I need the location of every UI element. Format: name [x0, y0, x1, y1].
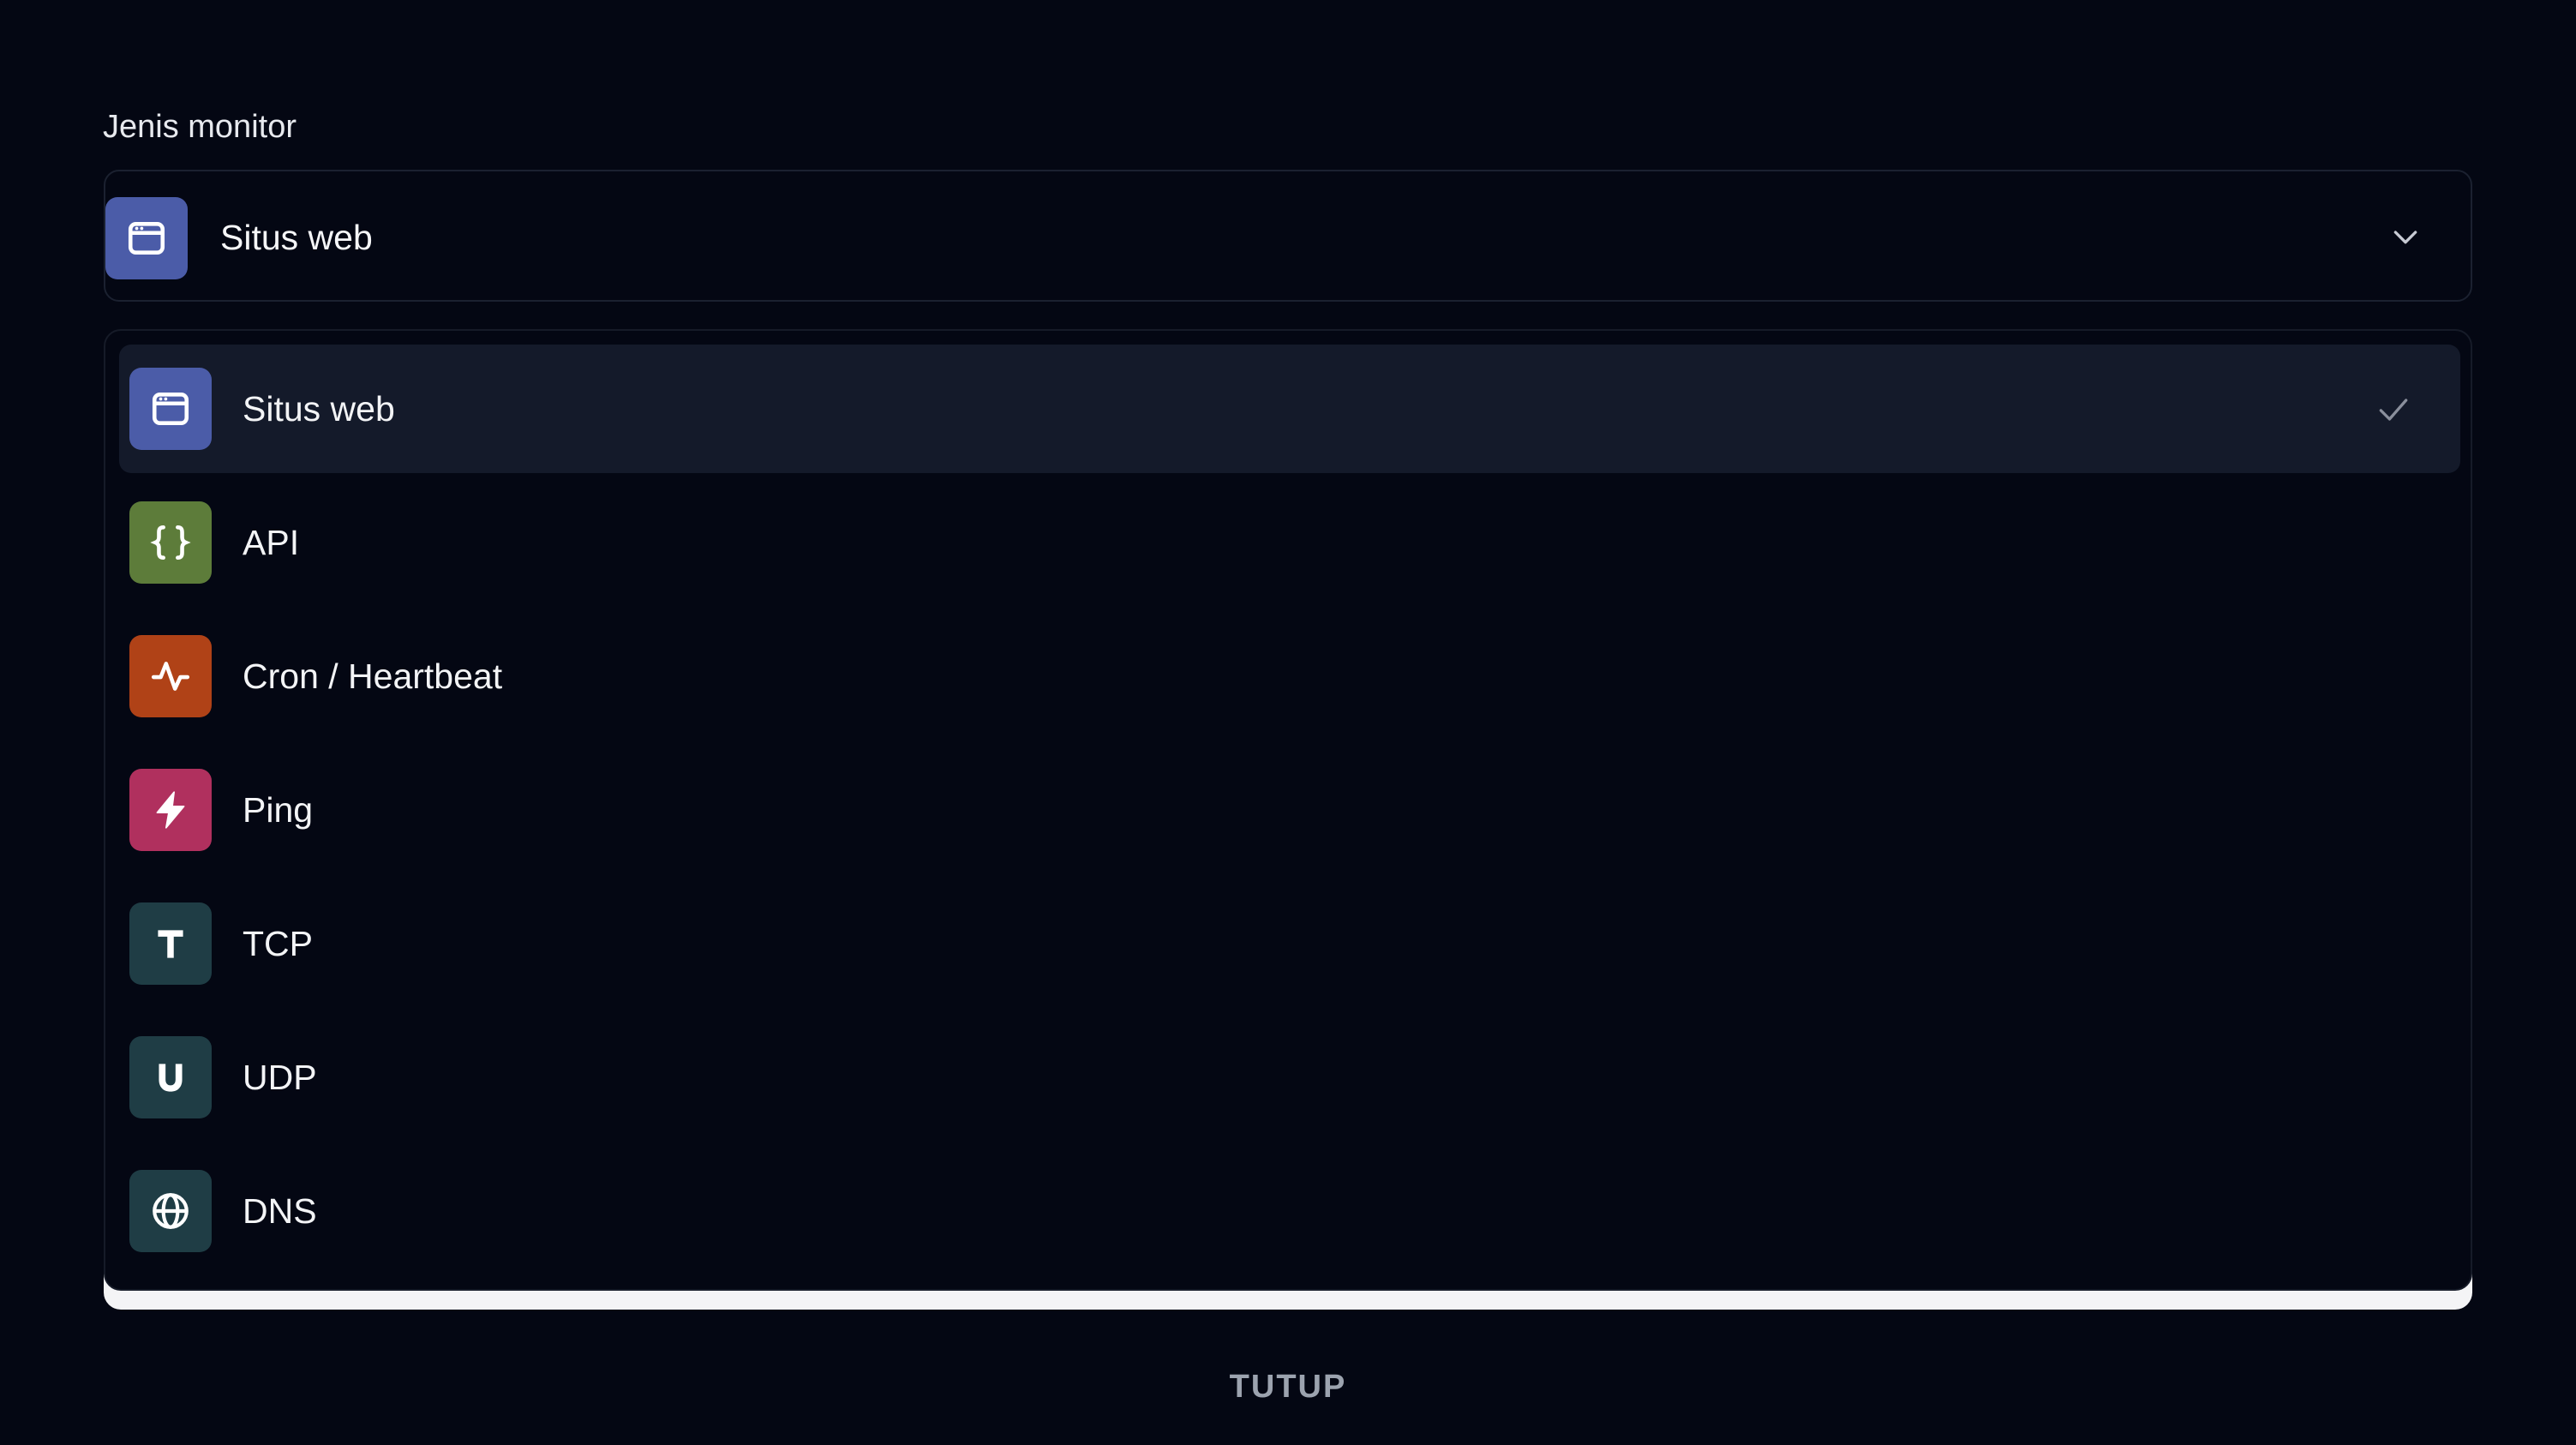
option-situs-web[interactable]: Situs web	[119, 345, 2460, 473]
option-label: Ping	[243, 790, 314, 830]
option-tcp[interactable]: TCP	[119, 879, 2460, 1008]
option-label: Cron / Heartbeat	[243, 657, 503, 696]
browser-window-icon	[129, 368, 212, 450]
monitor-type-dropdown: Situs web API Cron / Heartbeat Ping TCP …	[104, 329, 2472, 1291]
option-udp[interactable]: UDP	[119, 1013, 2460, 1142]
option-label: Situs web	[243, 389, 395, 429]
option-dns[interactable]: DNS	[119, 1147, 2460, 1275]
globe-icon	[129, 1170, 212, 1252]
check-icon	[2375, 391, 2412, 429]
selected-value: Situs web	[220, 218, 373, 257]
option-label: UDP	[243, 1058, 317, 1097]
letter-u-icon	[129, 1036, 212, 1118]
chevron-down-icon[interactable]	[2388, 219, 2423, 254]
browser-window-icon	[105, 197, 188, 279]
option-ping[interactable]: Ping	[119, 746, 2460, 874]
option-cron-heartbeat[interactable]: Cron / Heartbeat	[119, 612, 2460, 740]
monitor-type-select[interactable]: Situs web	[104, 170, 2472, 302]
curly-braces-icon	[129, 501, 212, 584]
option-api[interactable]: API	[119, 478, 2460, 607]
option-label: API	[243, 523, 300, 562]
letter-t-icon	[129, 902, 212, 985]
lightning-bolt-icon	[129, 769, 212, 851]
close-button[interactable]: TUTUP	[1183, 1363, 1393, 1411]
activity-pulse-icon	[129, 635, 212, 717]
option-label: TCP	[243, 924, 313, 963]
monitor-type-page: Jenis monitor Situs web Situs web API Cr…	[0, 0, 2576, 1445]
field-label: Jenis monitor	[103, 109, 297, 145]
option-label: DNS	[243, 1191, 317, 1231]
